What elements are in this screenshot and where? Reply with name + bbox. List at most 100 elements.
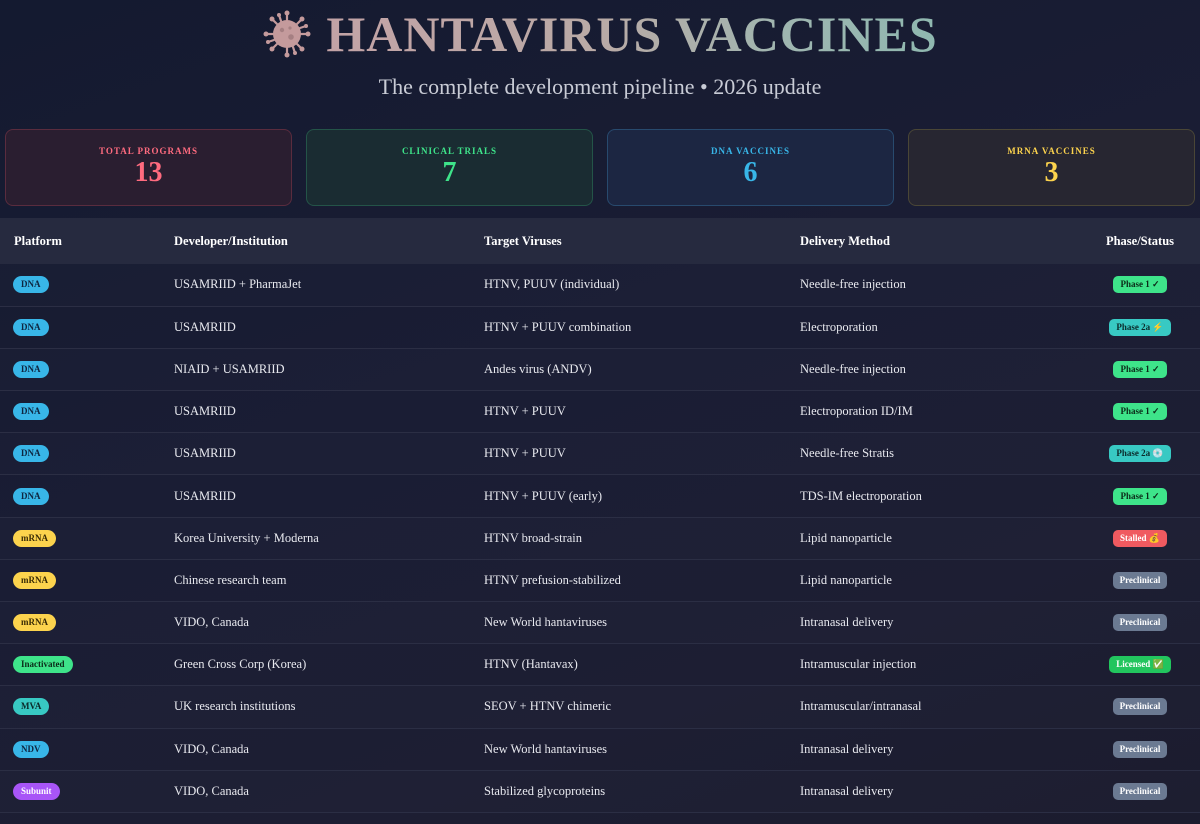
column-header-developer: Developer/Institution xyxy=(174,233,288,248)
delivery-cell: Needle-free Stratis xyxy=(800,446,895,461)
status-badge: Phase 2a 💿 xyxy=(1109,445,1171,463)
platform-badge: mRNA xyxy=(13,614,56,632)
delivery-cell: Intramuscular injection xyxy=(800,657,917,672)
target-cell: HTNV + PUUV combination xyxy=(484,319,632,334)
page-header: HANTAVIRUS VACCINES The complete develop… xyxy=(0,0,1200,128)
target-cell: Stabilized glycoproteins xyxy=(484,783,606,798)
page-title: HANTAVIRUS VACCINES xyxy=(326,6,938,62)
platform-badge: DNA xyxy=(13,318,49,336)
platform-badge: mRNA xyxy=(13,529,56,547)
table-row: DNA USAMRIID + PharmaJet HTNV, PUUV (ind… xyxy=(0,264,1200,307)
table-row: MVA UK research institutions SEOV + HTNV… xyxy=(0,686,1200,729)
stat-label: TOTAL PROGRAMS xyxy=(99,146,198,156)
target-cell: Andes virus (ANDV) xyxy=(484,361,592,376)
target-cell: SEOV + HTNV chimeric xyxy=(484,699,612,714)
status-badge: Phase 1 ✓ xyxy=(1113,403,1167,421)
platform-badge: DNA xyxy=(13,360,49,378)
developer-cell: UK research institutions xyxy=(174,699,296,714)
stat-value: 13 xyxy=(134,157,163,188)
platform-badge: DNA xyxy=(13,403,49,421)
virus-icon xyxy=(262,9,312,59)
column-header-delivery: Delivery Method xyxy=(800,233,890,248)
platform-badge: DNA xyxy=(13,445,49,463)
target-cell: New World hantaviruses xyxy=(484,741,608,756)
stat-value: 6 xyxy=(743,157,758,188)
delivery-cell: Lipid nanoparticle xyxy=(800,572,892,587)
delivery-cell: Intranasal delivery xyxy=(800,783,894,798)
table-row: Inactivated Green Cross Corp (Korea) HTN… xyxy=(0,644,1200,686)
platform-badge: mRNA xyxy=(13,571,56,589)
developer-cell: VIDO, Canada xyxy=(174,741,249,756)
target-cell: HTNV + PUUV xyxy=(484,446,566,461)
status-badge: Preclinical xyxy=(1112,571,1168,589)
stat-label: CLINICAL TRIALS xyxy=(401,146,498,156)
developer-cell: VIDO, Canada xyxy=(174,783,249,798)
table-row: mRNA Korea University + Moderna HTNV bro… xyxy=(0,517,1200,560)
stat-card-mrna-vaccines: MRNA VACCINES 3 xyxy=(908,129,1195,206)
stat-value: 3 xyxy=(1044,157,1059,188)
target-cell: HTNV broad-strain xyxy=(484,530,583,545)
table-row: DNA USAMRIID HTNV + PUUV combination Ele… xyxy=(0,306,1200,349)
table-row: DNA USAMRIID HTNV + PUUV Needle-free Str… xyxy=(0,433,1200,475)
platform-badge: DNA xyxy=(13,487,49,505)
status-badge: Phase 2a ⚡ xyxy=(1109,318,1171,336)
delivery-cell: Intranasal delivery xyxy=(800,615,894,630)
delivery-cell: Electroporation ID/IM xyxy=(800,404,913,419)
status-badge: Phase 1 ✓ xyxy=(1113,487,1167,505)
stat-value: 7 xyxy=(442,157,457,188)
stat-card-clinical-trials: CLINICAL TRIALS 7 xyxy=(306,129,593,206)
delivery-cell: TDS-IM electroporation xyxy=(800,488,922,503)
developer-cell: USAMRIID xyxy=(174,404,236,419)
developer-cell: Korea University + Moderna xyxy=(174,530,319,545)
status-badge: Preclinical xyxy=(1112,782,1168,800)
table-body: DNA USAMRIID + PharmaJet HTNV, PUUV (ind… xyxy=(0,264,1200,813)
stat-card-dna-vaccines: DNA VACCINES 6 xyxy=(607,129,894,206)
developer-cell: USAMRIID xyxy=(174,446,236,461)
table-row: DNA NIAID + USAMRIID Andes virus (ANDV) … xyxy=(0,348,1200,391)
status-badge: Preclinical xyxy=(1112,698,1168,716)
target-cell: HTNV prefusion-stabilized xyxy=(484,572,621,587)
delivery-cell: Lipid nanoparticle xyxy=(800,530,892,545)
status-badge: Stalled 💰 xyxy=(1113,529,1167,547)
table-row: mRNA Chinese research team HTNV prefusio… xyxy=(0,559,1200,602)
vaccine-table-container: Platform Developer/Institution Target Vi… xyxy=(0,218,1200,813)
column-header-status: Phase/Status xyxy=(1105,233,1175,248)
platform-badge: MVA xyxy=(13,698,50,716)
delivery-cell: Needle-free injection xyxy=(800,277,906,292)
developer-cell: USAMRIID xyxy=(174,488,236,503)
delivery-cell: Intranasal delivery xyxy=(800,741,894,756)
status-badge: Licensed ✅ xyxy=(1109,656,1171,674)
target-cell: HTNV (Hantavax) xyxy=(484,657,578,672)
target-cell: New World hantaviruses xyxy=(484,615,608,630)
column-header-target: Target Viruses xyxy=(484,233,562,248)
developer-cell: USAMRIID xyxy=(174,319,236,334)
developer-cell: USAMRIID + PharmaJet xyxy=(174,277,302,292)
table-header-row: Platform Developer/Institution Target Vi… xyxy=(0,218,1200,264)
stat-label: MRNA VACCINES xyxy=(1007,146,1096,156)
developer-cell: VIDO, Canada xyxy=(174,615,249,630)
page-subtitle: The complete development pipeline • 2026… xyxy=(378,74,822,99)
target-cell: HTNV + PUUV xyxy=(484,404,566,419)
delivery-cell: Intramuscular/intranasal xyxy=(800,699,922,714)
platform-badge: NDV xyxy=(13,740,49,758)
title-row: HANTAVIRUS VACCINES xyxy=(0,6,1200,62)
status-badge: Preclinical xyxy=(1112,614,1168,632)
developer-cell: NIAID + USAMRIID xyxy=(174,361,285,376)
status-badge: Preclinical xyxy=(1112,740,1168,758)
stat-card-total-programs: TOTAL PROGRAMS 13 xyxy=(5,129,292,206)
platform-badge: Inactivated xyxy=(13,656,73,674)
status-badge: Phase 1 ✓ xyxy=(1113,360,1167,378)
developer-cell: Green Cross Corp (Korea) xyxy=(174,657,307,672)
column-header-platform: Platform xyxy=(14,233,62,248)
target-cell: HTNV, PUUV (individual) xyxy=(484,277,620,292)
platform-badge: Subunit xyxy=(13,782,60,800)
stats-row: TOTAL PROGRAMS 13 CLINICAL TRIALS 7 DNA … xyxy=(5,129,1195,206)
delivery-cell: Electroporation xyxy=(800,319,878,334)
status-badge: Phase 1 ✓ xyxy=(1113,276,1167,294)
table-row: DNA USAMRIID HTNV + PUUV Electroporation… xyxy=(0,391,1200,433)
table-row: NDV VIDO, Canada New World hantaviruses … xyxy=(0,728,1200,771)
stat-label: DNA VACCINES xyxy=(711,146,790,156)
table-row: Subunit VIDO, Canada Stabilized glycopro… xyxy=(0,770,1200,813)
platform-badge: DNA xyxy=(13,276,49,294)
table-row: DNA USAMRIID HTNV + PUUV (early) TDS-IM … xyxy=(0,475,1200,518)
